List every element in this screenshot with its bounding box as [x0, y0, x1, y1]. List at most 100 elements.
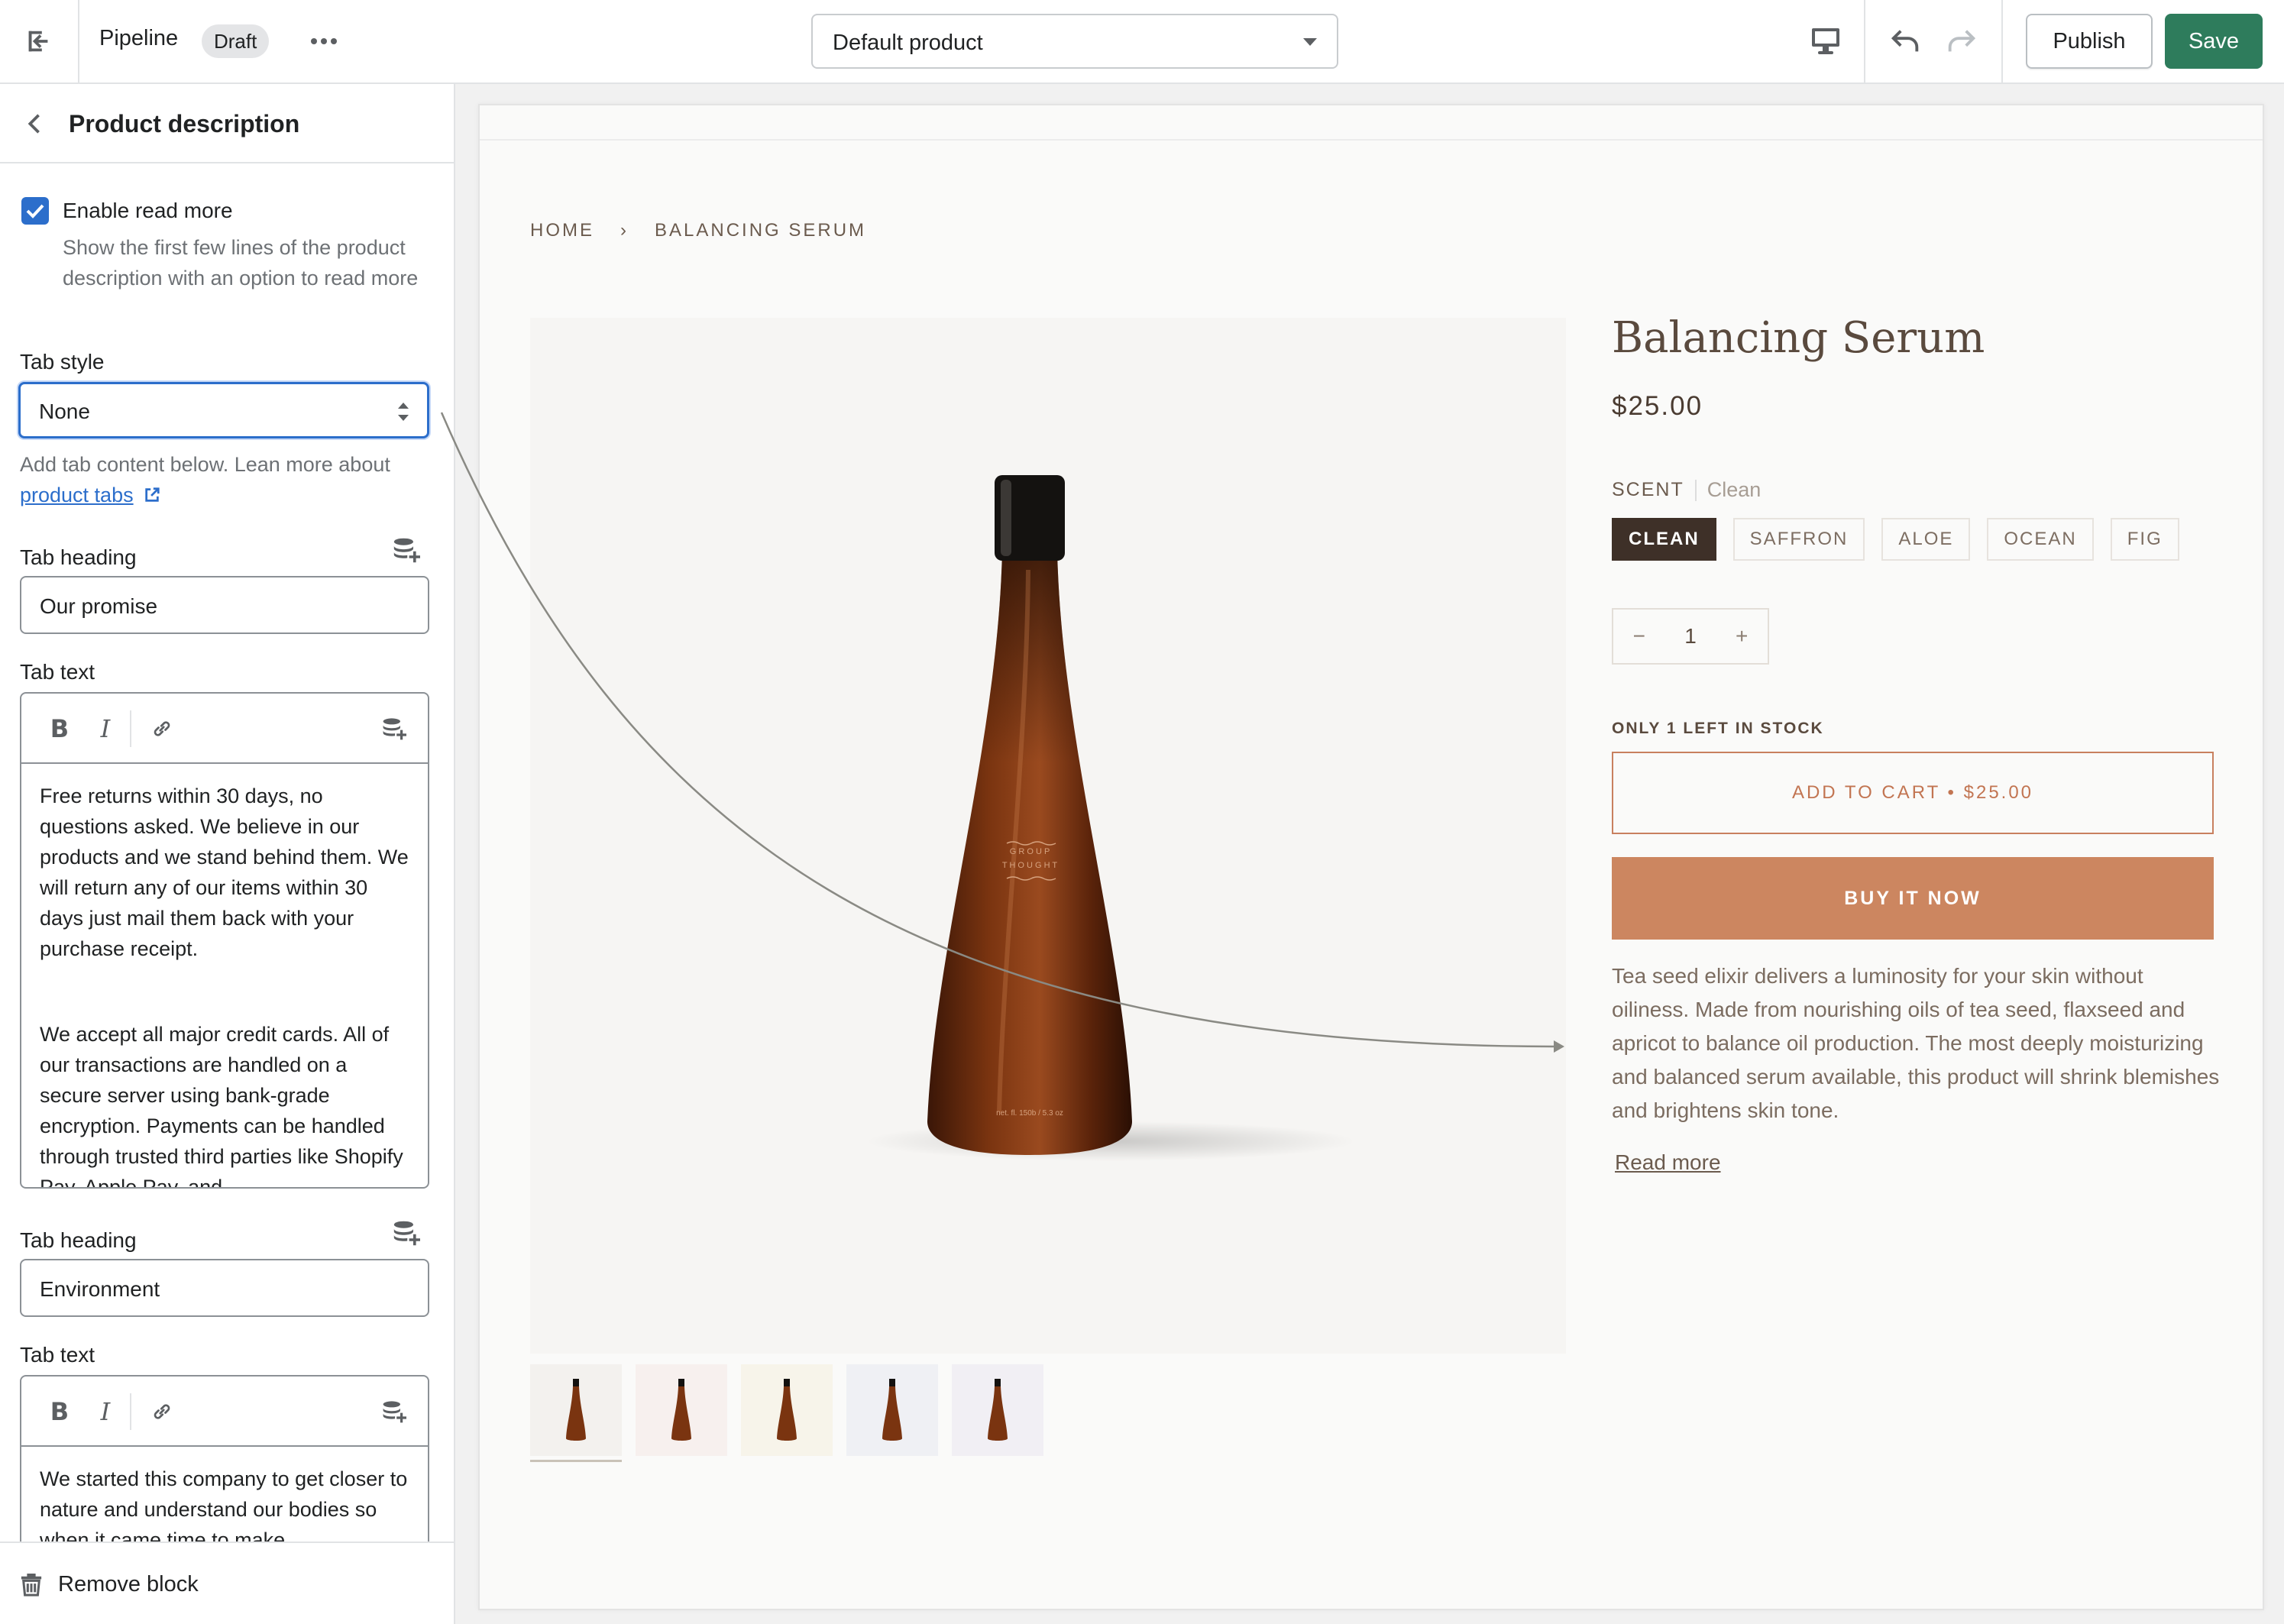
- toolbar-divider: [1864, 0, 1865, 82]
- dynamic-source-button[interactable]: [377, 1395, 411, 1428]
- bottle-volume-text: net. fl. 150b / 5.3 oz: [996, 1109, 1063, 1118]
- product-description: Tea seed elixir delivers a luminosity fo…: [1612, 964, 2220, 1122]
- tab-style-label: Tab style: [20, 350, 105, 374]
- scent-options: CLEAN SAFFRON ALOE OCEAN FIG: [1612, 518, 2179, 561]
- remove-block-label: Remove block: [58, 1571, 199, 1597]
- dynamic-source-button[interactable]: [390, 533, 423, 567]
- template-select-value: Default product: [833, 31, 983, 55]
- toolbar-separator: [130, 710, 131, 747]
- add-to-cart-button[interactable]: ADD TO CART • $25.00: [1612, 752, 2214, 834]
- checkmark-icon: [26, 204, 44, 218]
- enable-read-more-label: Enable read more: [63, 199, 233, 222]
- undo-icon: [1891, 30, 1919, 52]
- enable-read-more-help: Show the first few lines of the product …: [63, 236, 419, 290]
- redo-icon: [1948, 30, 1976, 52]
- exit-button[interactable]: [0, 0, 79, 82]
- database-plus-icon: [383, 1401, 406, 1423]
- bottle-thumbnail-icon: [671, 1379, 691, 1441]
- back-button[interactable]: [17, 107, 50, 141]
- product-thumbnail[interactable]: [952, 1364, 1043, 1456]
- read-more-link[interactable]: Read more: [1615, 1150, 1721, 1175]
- database-plus-icon: [393, 538, 420, 563]
- more-actions-button[interactable]: [302, 23, 345, 60]
- select-arrows-icon: [398, 403, 409, 421]
- trash-icon: [21, 1573, 42, 1597]
- tab-heading-value: Our promise: [40, 594, 158, 618]
- tab-heading-input[interactable]: Environment: [20, 1259, 429, 1317]
- scent-option-label: SCENT Clean: [1612, 478, 1761, 502]
- rte-toolbar: B I: [21, 694, 428, 764]
- preview-header-divider: [480, 139, 2263, 141]
- scent-option-ocean[interactable]: OCEAN: [1987, 518, 2094, 561]
- bottle-brand-text: G R O U P: [1010, 847, 1050, 856]
- toolbar-separator: [130, 1393, 131, 1430]
- product-thumbnail[interactable]: [530, 1364, 622, 1462]
- dynamic-source-button[interactable]: [390, 1216, 423, 1250]
- settings-sidebar: Product description Enable read more Sho…: [0, 84, 455, 1624]
- desktop-icon: [1812, 28, 1839, 54]
- quantity-stepper: − 1 +: [1612, 608, 1769, 665]
- top-bar: Pipeline Draft Default product Publish S…: [0, 0, 2284, 84]
- exit-icon: [28, 31, 48, 52]
- template-select[interactable]: Default product: [811, 14, 1338, 69]
- tab-heading-input[interactable]: Our promise: [20, 576, 429, 634]
- label-divider: [1694, 479, 1697, 501]
- external-link-icon[interactable]: [144, 487, 160, 503]
- breadcrumb-home[interactable]: HOME: [530, 220, 594, 241]
- sidebar-title: Product description: [69, 110, 300, 137]
- tab-heading-label: Tab heading: [20, 545, 137, 569]
- breadcrumb: HOME › BALANCING SERUM: [530, 220, 866, 241]
- more-horizontal-icon: [311, 38, 337, 44]
- link-icon: [154, 1404, 170, 1419]
- undo-button[interactable]: [1884, 20, 1927, 63]
- dynamic-source-button[interactable]: [377, 712, 411, 746]
- scent-selected-value: Clean: [1707, 478, 1762, 501]
- breadcrumb-current: BALANCING SERUM: [655, 220, 867, 241]
- desktop-preview-button[interactable]: [1806, 21, 1846, 61]
- product-thumbnail[interactable]: [636, 1364, 727, 1456]
- product-tabs-link[interactable]: product tabs: [20, 484, 134, 506]
- publish-button[interactable]: Publish: [2026, 14, 2153, 69]
- rte-content[interactable]: Free returns within 30 days, no question…: [21, 764, 428, 1187]
- buy-now-button[interactable]: BUY IT NOW: [1612, 857, 2214, 940]
- tab-text-label: Tab text: [20, 1343, 95, 1367]
- link-button[interactable]: [145, 1395, 179, 1428]
- remove-block-button[interactable]: Remove block: [20, 1566, 199, 1603]
- bottle-thumbnail-icon: [566, 1379, 586, 1441]
- serum-bottle-image: G R O U P T H O U G H T net. fl. 150b / …: [866, 475, 1355, 1161]
- theme-name: Pipeline: [99, 26, 179, 50]
- quantity-increase-button[interactable]: +: [1736, 624, 1748, 649]
- tab-text-editor[interactable]: B I Free returns within 30 days, no ques…: [20, 692, 429, 1189]
- link-icon: [154, 721, 170, 736]
- bold-button[interactable]: B: [43, 712, 76, 746]
- tab-text-label: Tab text: [20, 660, 95, 684]
- rte-toolbar: B I: [21, 1377, 428, 1447]
- stock-notice: ONLY 1 LEFT IN STOCK: [1612, 720, 1824, 737]
- save-button[interactable]: Save: [2165, 14, 2263, 69]
- italic-button[interactable]: I: [89, 1395, 122, 1428]
- product-title: Balancing Serum: [1612, 313, 1985, 363]
- product-thumbnail[interactable]: [846, 1364, 938, 1456]
- bold-button[interactable]: B: [43, 1395, 76, 1428]
- redo-button[interactable]: [1940, 20, 1983, 63]
- scent-option-saffron[interactable]: SAFFRON: [1732, 518, 1865, 561]
- product-main-image[interactable]: G R O U P T H O U G H T net. fl. 150b / …: [530, 318, 1566, 1354]
- link-button[interactable]: [145, 712, 179, 746]
- italic-button[interactable]: I: [89, 712, 122, 746]
- tab-style-select[interactable]: None: [18, 382, 429, 438]
- scent-option-aloe[interactable]: ALOE: [1881, 518, 1971, 561]
- scent-option-fig[interactable]: FIG: [2110, 518, 2179, 561]
- quantity-decrease-button[interactable]: −: [1633, 624, 1645, 649]
- tab-heading-label: Tab heading: [20, 1228, 137, 1252]
- thumbnail-strip: [530, 1364, 1043, 1462]
- rte-paragraph: Free returns within 30 days, no question…: [40, 785, 409, 960]
- enable-read-more-checkbox[interactable]: [21, 197, 49, 225]
- scent-option-clean[interactable]: CLEAN: [1612, 518, 1716, 561]
- product-thumbnail[interactable]: [741, 1364, 833, 1456]
- chevron-left-icon: [27, 114, 40, 134]
- bottle-thumbnail-icon: [988, 1379, 1008, 1441]
- quantity-value[interactable]: 1: [1684, 624, 1697, 649]
- status-badge: Draft: [202, 24, 270, 58]
- breadcrumb-separator: ›: [620, 220, 629, 241]
- bottle-thumbnail-icon: [882, 1379, 902, 1441]
